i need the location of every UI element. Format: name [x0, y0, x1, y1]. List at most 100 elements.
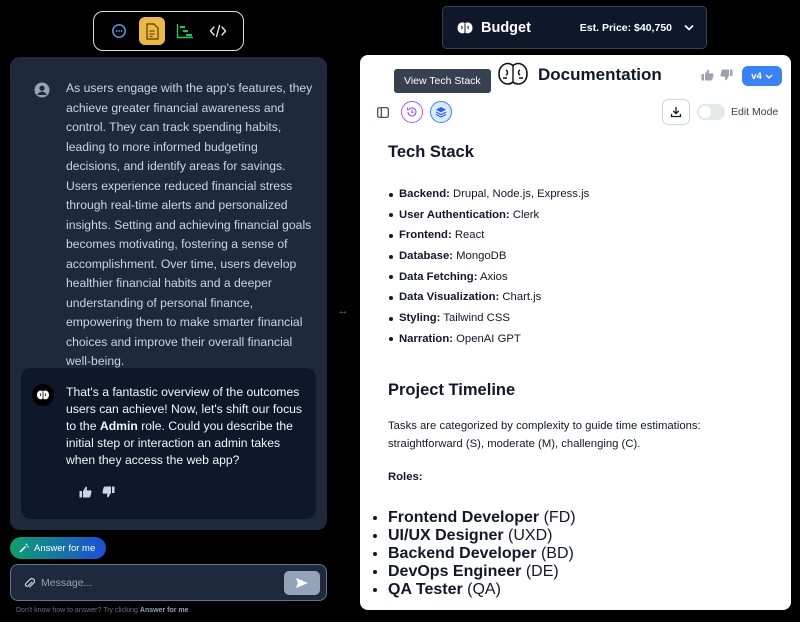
list-item: Data Visualization: Chart.js	[388, 287, 778, 308]
role-label: Frontend Developer	[388, 509, 540, 526]
documentation-panel: Documentation v4 View Tech Stack Edit Mo…	[360, 55, 791, 610]
message-feedback	[79, 486, 115, 498]
doc-toolbar: Edit Mode	[360, 99, 791, 127]
role-abbr: (QA)	[462, 581, 501, 598]
tech-stack-tooltip: View Tech Stack	[394, 69, 491, 93]
tech-stack-heading: Tech Stack	[388, 143, 474, 161]
budget-dropdown[interactable]: Budget Est. Price: $40,750	[442, 6, 707, 49]
document-icon	[146, 22, 159, 40]
list-item: Backend Developer (BD)	[388, 545, 778, 563]
composer-hint: Don't know how to answer? Try clicking A…	[16, 607, 190, 614]
item-label: Data Fetching:	[399, 270, 478, 283]
chat-icon	[111, 24, 126, 38]
list-item: Data Fetching: Axios	[388, 267, 778, 288]
chevron-down-icon	[765, 74, 773, 79]
view-tech-stack-button[interactable]	[430, 101, 452, 123]
timeline-description: Tasks are categorized by complexity to g…	[388, 420, 701, 450]
toggle-knob	[699, 106, 711, 118]
send-button[interactable]	[284, 571, 320, 595]
assistant-avatar	[32, 384, 54, 406]
roles-list: Frontend Developer (FD) UI/UX Designer (…	[388, 509, 778, 599]
item-label: User Authentication:	[399, 208, 510, 221]
thumbs-up-icon[interactable]	[79, 486, 92, 498]
roles-label: Roles:	[388, 471, 423, 483]
send-icon	[296, 578, 308, 588]
estimated-price: Est. Price: $40,750	[579, 21, 672, 34]
user-message-text: As users engage with the app's features,…	[66, 81, 313, 368]
answer-for-me-label: Answer for me	[34, 542, 96, 554]
gantt-icon	[176, 24, 194, 39]
download-button[interactable]	[662, 99, 690, 125]
brain-logo-icon	[457, 21, 473, 33]
magic-wand-icon	[19, 543, 29, 553]
history-icon	[406, 107, 417, 117]
resize-arrows-icon: ↔	[337, 305, 349, 317]
doc-header: Documentation v4 View Tech Stack	[360, 55, 791, 95]
timeline-heading: Project Timeline	[388, 381, 516, 399]
download-icon	[670, 107, 682, 118]
history-button[interactable]	[401, 101, 423, 123]
tech-stack-section: Tech Stack Backend: Drupal, Node.js, Exp…	[388, 143, 778, 350]
message-input[interactable]	[41, 574, 271, 592]
assistant-text-bold: Admin	[99, 419, 138, 433]
pane-resize-handle[interactable]: ↔	[337, 0, 349, 622]
chat-view-button[interactable]	[106, 17, 132, 45]
item-label: Data Visualization:	[399, 291, 500, 304]
item-value: Tailwind CSS	[440, 312, 510, 325]
role-label: QA Tester	[388, 581, 463, 598]
list-item: Backend: Drupal, Node.js, Express.js	[388, 184, 778, 205]
role-abbr: (BD)	[536, 545, 574, 562]
code-icon	[210, 24, 227, 38]
answer-for-me-button[interactable]: Answer for me	[10, 537, 107, 559]
role-label: DevOps Engineer	[388, 563, 522, 580]
item-label: Styling:	[399, 312, 441, 325]
hint-bold: Answer for me	[139, 607, 189, 614]
role-abbr: (FD)	[539, 509, 576, 526]
item-value: React	[451, 229, 485, 242]
thumbs-down-icon[interactable]	[720, 69, 733, 81]
item-label: Database:	[399, 250, 453, 263]
layers-icon	[435, 107, 447, 118]
document-view-button[interactable]	[138, 17, 165, 45]
code-view-button[interactable]	[205, 17, 231, 45]
chevron-down-icon	[684, 24, 694, 31]
user-message: As users engage with the app's features,…	[10, 57, 327, 368]
item-label: Narration:	[399, 332, 453, 345]
list-item: Styling: Tailwind CSS	[388, 308, 778, 329]
edit-mode-toggle[interactable]	[697, 104, 725, 120]
brain-logo-icon	[498, 62, 528, 85]
timeline-view-button[interactable]	[172, 17, 198, 45]
attachment-icon[interactable]	[23, 576, 35, 590]
doc-title: Documentation	[538, 65, 662, 84]
item-value: Clerk	[509, 208, 540, 221]
item-value: Drupal, Node.js, Express.js	[449, 188, 590, 200]
role-abbr: (UXD)	[503, 527, 553, 544]
budget-title: Budget	[481, 19, 531, 36]
assistant-message-text: That's a fantastic overview of the outco…	[66, 384, 306, 469]
chat-pane: As users engage with the app's features,…	[0, 0, 337, 622]
list-item: QA Tester (QA)	[388, 581, 778, 599]
role-label: Backend Developer	[388, 545, 537, 562]
item-label: Backend:	[399, 188, 450, 200]
sidebar-toggle-icon[interactable]	[377, 107, 389, 118]
role-abbr: (DE)	[521, 563, 559, 580]
brain-logo-icon	[37, 390, 49, 400]
doc-feedback	[701, 69, 733, 81]
list-item: Frontend Developer (FD)	[388, 509, 778, 527]
list-item: UI/UX Designer (UXD)	[388, 527, 778, 545]
app-root: As users engage with the app's features,…	[0, 0, 800, 622]
tech-stack-list: Backend: Drupal, Node.js, Express.js Use…	[388, 184, 778, 350]
thumbs-up-icon[interactable]	[701, 69, 714, 81]
project-timeline-section: Project Timeline Tasks are categorized b…	[388, 381, 778, 598]
item-value: Axios	[477, 270, 508, 283]
hint-text: Don't know how to answer? Try clicking	[16, 607, 140, 614]
item-value: Chart.js	[499, 291, 542, 304]
view-switcher	[93, 11, 244, 51]
chat-messages[interactable]: As users engage with the app's features,…	[10, 57, 327, 530]
thumbs-down-icon[interactable]	[102, 486, 115, 498]
hint-suffix: .	[188, 607, 191, 614]
item-label: Frontend:	[399, 229, 452, 242]
list-item: Frontend: React	[388, 225, 778, 246]
role-label: UI/UX Designer	[388, 527, 504, 544]
version-select[interactable]: v4	[742, 66, 782, 86]
